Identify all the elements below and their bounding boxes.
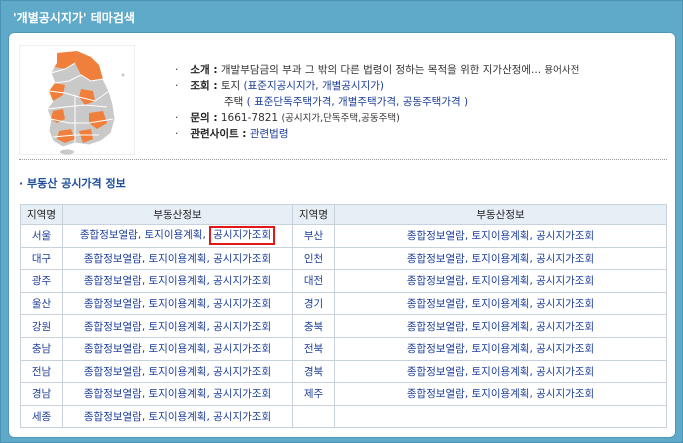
region-links[interactable]: 종합정보열람, 토지이용계획, 공시지가조회 [62, 314, 293, 338]
lookup-house-row: 주택 ( 표준단독주택가격, 개별주택가격, 공동주택가격 ) [175, 94, 579, 110]
region-links[interactable]: 종합정보열람, 토지이용계획, 공시지가조회 [334, 246, 667, 271]
theme-info-list: · 소개 : 개발부담금의 부과 그 밖의 다른 법령이 정하는 목적을 위한 … [175, 62, 579, 142]
region-name: 전남 [20, 359, 63, 384]
region-links [334, 404, 667, 429]
lookup-label: 조회 : [190, 80, 218, 92]
region-name: 부산 [292, 224, 335, 248]
region-link-text[interactable]: 종합정보열람, 토지이용계획, [80, 229, 206, 241]
region-links[interactable]: 종합정보열람, 토지이용계획, 공시지가조회 [62, 359, 293, 384]
table-row: 전남 종합정보열람, 토지이용계획, 공시지가조회 경북 종합정보열람, 토지이용계획… [20, 359, 667, 384]
region-links[interactable]: 종합정보열람, 토지이용계획, 공시지가조회 [334, 314, 667, 338]
lookup-land: 토지 [220, 80, 241, 92]
table-row: 경남 종합정보열람, 토지이용계획, 공시지가조회 제주 종합정보열람, 토지이용계획… [20, 382, 667, 406]
region-name: 대전 [292, 269, 335, 293]
region-name: 대구 [20, 246, 63, 271]
bullet: · [175, 80, 179, 92]
lookup-house: 주택 [224, 96, 244, 108]
bullet: · [175, 112, 179, 124]
table-row: 광주 종합정보열람, 토지이용계획, 공시지가조회 대전 종합정보열람, 토지이용계획… [20, 269, 667, 293]
region-name: 울산 [20, 291, 63, 316]
region-links[interactable]: 종합정보열람, 토지이용계획, 공시지가조회 [62, 246, 293, 271]
lookup-house-links[interactable]: ( 표준단독주택가격, 개별주택가격, 공동주택가격 ) [247, 96, 468, 108]
region-name: 충북 [292, 314, 335, 338]
content-box: · 소개 : 개발부담금의 부과 그 밖의 다른 법령이 정하는 목적을 위한 … [8, 32, 676, 438]
region-links[interactable]: 종합정보열람, 토지이용계획, 공시지가조회 [62, 404, 293, 429]
region-name: 충남 [20, 336, 63, 361]
theme-search-panel: '개별공시지가' 테마검색 · 소개: 개발부담금의 부과 그 밖의 다른 법… [0, 0, 683, 443]
table-header-row: 지역명 부동산정보 지역명 부동산정보 [20, 204, 667, 225]
region-links[interactable]: 종합정보열람, 토지이용계획, 공시지가조회 [62, 269, 293, 293]
bullet: · [175, 128, 179, 140]
table-row: 울산 종합정보열람, 토지이용계획, 공시지가조회 경기 종합정보열람, 토지이용계획… [20, 291, 667, 316]
region-links[interactable]: 종합정보열람, 토지이용계획, 공시지가조회 [334, 269, 667, 293]
divider [19, 159, 667, 160]
column-header-info: 부동산정보 [62, 204, 293, 225]
table-row: 세종 종합정보열람, 토지이용계획, 공시지가조회 [20, 404, 667, 429]
region-links[interactable]: 종합정보열람, 토지이용계획, 공시지가조회 [62, 224, 293, 248]
related-row: · 관련사이트 : 관련법령 [175, 126, 579, 142]
land-price-lookup-link[interactable]: 공시지가조회 [209, 226, 276, 246]
column-header-region: 지역명 [20, 204, 63, 225]
section-title: · 부동산 공시가격 정보 [19, 177, 126, 190]
region-links[interactable]: 종합정보열람, 토지이용계획, 공시지가조회 [334, 291, 667, 316]
region-links[interactable]: 종합정보열람, 토지이용계획, 공시지가조회 [62, 382, 293, 406]
intro-text: 개발부담금의 부과 그 밖의 다른 법령이 정하는 목적을 위한 지가산정에..… [220, 64, 542, 76]
region-links[interactable]: 종합정보열람, 토지이용계획, 공시지가조회 [62, 336, 293, 361]
region-links[interactable]: 종합정보열람, 토지이용계획, 공시지가조회 [334, 382, 667, 406]
region-name: 광주 [20, 269, 63, 293]
region-name [292, 404, 335, 429]
region-links[interactable]: 종합정보열람, 토지이용계획, 공시지가조회 [62, 291, 293, 316]
region-name: 서울 [20, 224, 63, 248]
table-row: 충남 종합정보열람, 토지이용계획, 공시지가조회 전북 종합정보열람, 토지이용계획… [20, 336, 667, 361]
region-name: 세종 [20, 404, 63, 429]
table-row: 서울 종합정보열람, 토지이용계획, 공시지가조회 부산 종합정보열람, 토지이용계획… [20, 224, 667, 248]
table-row: 대구 종합정보열람, 토지이용계획, 공시지가조회 인천 종합정보열람, 토지이용계획… [20, 246, 667, 271]
table-row: 강원 종합정보열람, 토지이용계획, 공시지가조회 충북 종합정보열람, 토지이용계획… [20, 314, 667, 338]
region-name: 제주 [292, 382, 335, 406]
intro-label: 소개 : [190, 64, 218, 76]
region-links[interactable]: 종합정보열람, 토지이용계획, 공시지가조회 [334, 359, 667, 384]
contact-note: (공시지가,단독주택,공동주택) [281, 113, 400, 124]
related-link[interactable]: 관련법령 [250, 128, 289, 140]
region-links[interactable]: 종합정보열람, 토지이용계획, 공시지가조회 [334, 224, 667, 248]
price-info-table: 지역명 부동산정보 지역명 부동산정보 서울 종합정보열람, 토지이용계획, 공시… [20, 204, 667, 429]
contact-row: · 문의 : 1661-7821 (공시지가,단독주택,공동주택) [175, 110, 579, 126]
related-label: 관련사이트 : [190, 128, 247, 140]
dictionary-link[interactable]: 용어사전 [544, 65, 579, 76]
panel-title: '개별공시지가' 테마검색 [13, 11, 135, 25]
region-name: 인천 [292, 246, 335, 271]
region-name: 경기 [292, 291, 335, 316]
region-name: 강원 [20, 314, 63, 338]
column-header-info: 부동산정보 [334, 204, 667, 225]
region-links[interactable]: 종합정보열람, 토지이용계획, 공시지가조회 [334, 336, 667, 361]
contact-number: 1661-7821 [220, 112, 279, 124]
region-name: 경북 [292, 359, 335, 384]
lookup-row: · 조회 : 토지 (표준지공시지가, 개별공시지가) [175, 78, 579, 94]
region-name: 경남 [20, 382, 63, 406]
korea-map-image [19, 45, 135, 155]
column-header-region: 지역명 [292, 204, 335, 225]
region-name: 전북 [292, 336, 335, 361]
intro-row: · 소개 : 개발부담금의 부과 그 밖의 다른 법령이 정하는 목적을 위한 … [175, 62, 579, 78]
bullet: · [175, 64, 179, 76]
lookup-land-links[interactable]: (표준지공시지가, 개별공시지가) [244, 80, 384, 92]
contact-label: 문의 : [190, 112, 218, 124]
